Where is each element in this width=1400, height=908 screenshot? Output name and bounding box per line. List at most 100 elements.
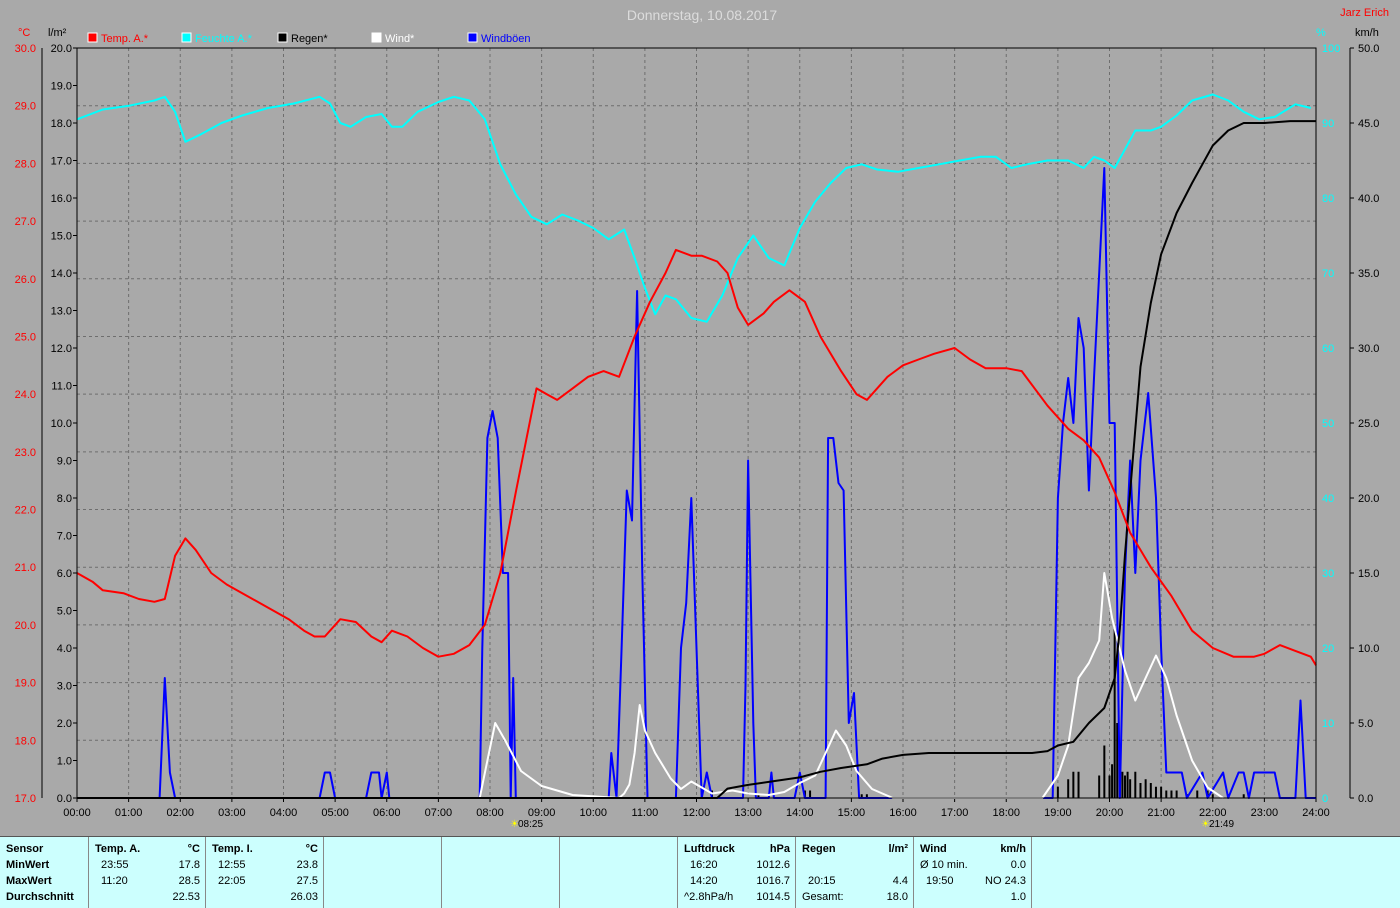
y-temp-tick-label: 17.0 bbox=[15, 793, 36, 805]
legend-swatch-gusts bbox=[467, 32, 478, 43]
wind-unit: km/h bbox=[1000, 843, 1026, 855]
pressure-avg: 1014.5 bbox=[756, 891, 790, 903]
y-temp-tick-label: 25.0 bbox=[15, 331, 36, 343]
y-rain-tick-label: 8.0 bbox=[57, 493, 72, 505]
rain-bar bbox=[1129, 779, 1132, 798]
stats-row-max: MaxWert bbox=[6, 875, 52, 887]
y-wind-tick-label: 25.0 bbox=[1358, 418, 1379, 430]
rain-bar bbox=[1111, 764, 1114, 798]
y-rain-tick-label: 5.0 bbox=[57, 606, 72, 618]
humidity-unit-label: % bbox=[1316, 27, 1326, 39]
y-temp-tick-label: 28.0 bbox=[15, 158, 36, 170]
x-tick-label: 21:00 bbox=[1147, 807, 1175, 819]
rain-bar bbox=[1067, 779, 1070, 798]
rain-bar bbox=[1098, 775, 1101, 798]
x-tick-label: 03:00 bbox=[218, 807, 246, 819]
y-temp-tick-label: 26.0 bbox=[15, 274, 36, 286]
rain-bar bbox=[1165, 790, 1168, 798]
y-humidity-tick-label: 0 bbox=[1322, 793, 1328, 805]
pressure-min-time: 16:20 bbox=[690, 859, 718, 871]
legend-swatch-rain bbox=[277, 32, 288, 43]
stats-panel: Sensor MinWert MaxWert Durchschnitt Temp… bbox=[0, 836, 1400, 908]
y-humidity-tick-label: 50 bbox=[1322, 418, 1334, 430]
stats-row-avg: Durchschnitt bbox=[6, 891, 74, 903]
y-rain-tick-label: 19.0 bbox=[51, 81, 72, 93]
y-rain-tick-label: 12.0 bbox=[51, 343, 72, 355]
x-tick-label: 00:00 bbox=[63, 807, 91, 819]
rain-bar bbox=[809, 790, 812, 798]
temp-unit-label: °C bbox=[18, 27, 30, 39]
legend-item-rain: Regen* bbox=[277, 32, 328, 45]
rain-unit-label: l/m² bbox=[48, 27, 67, 39]
legend-label-humidity: Feuchte A.* bbox=[195, 33, 253, 45]
stats-col-empty-3 bbox=[559, 837, 678, 908]
x-tick-label: 02:00 bbox=[166, 807, 194, 819]
rain-bar bbox=[1149, 783, 1152, 798]
rain-bar bbox=[1134, 771, 1137, 798]
x-tick-label: 09:00 bbox=[528, 807, 556, 819]
y-rain-tick-label: 18.0 bbox=[51, 118, 72, 130]
temp-a-avg: 22.53 bbox=[172, 891, 200, 903]
legend-swatch-wind bbox=[371, 32, 382, 43]
legend-swatch-humidity bbox=[181, 32, 192, 43]
temp-i-max-time: 22:05 bbox=[218, 875, 246, 887]
y-rain-tick-label: 10.0 bbox=[51, 418, 72, 430]
y-humidity-tick-label: 20 bbox=[1322, 643, 1334, 655]
wind-min-val: 0.0 bbox=[1010, 859, 1026, 871]
stats-col-temp-a: Temp. A. °C 23:55 17.8 11:20 28.5 22.53 bbox=[88, 837, 206, 908]
y-humidity-tick-label: 30 bbox=[1322, 568, 1334, 580]
wind-unit-label: km/h bbox=[1355, 27, 1379, 39]
rain-bar bbox=[1144, 779, 1147, 798]
x-tick-label: 11:00 bbox=[632, 807, 659, 819]
y-wind-tick-label: 0.0 bbox=[1358, 793, 1373, 805]
author-label: Jarz Erich bbox=[1340, 7, 1389, 19]
y-temp-tick-label: 21.0 bbox=[15, 562, 36, 574]
y-humidity-tick-label: 100 bbox=[1322, 43, 1340, 55]
rain-header: Regen bbox=[802, 843, 836, 855]
y-wind-tick-label: 40.0 bbox=[1358, 193, 1379, 205]
pressure-unit: hPa bbox=[769, 843, 790, 855]
stats-col-empty-2 bbox=[441, 837, 560, 908]
series-line-humidity bbox=[76, 93, 1312, 323]
legend-item-temp: Temp. A.* bbox=[87, 32, 149, 45]
sunrise-label: 08:25 bbox=[518, 819, 543, 830]
rain-bar bbox=[1160, 786, 1163, 798]
legend-item-humidity: Feuchte A.* bbox=[181, 32, 253, 45]
y-rain-tick-label: 20.0 bbox=[51, 43, 72, 55]
x-tick-label: 08:00 bbox=[476, 807, 504, 819]
temp-i-header: Temp. I. bbox=[212, 843, 253, 855]
y-humidity-tick-label: 90 bbox=[1322, 118, 1334, 130]
rain-total: 18.0 bbox=[886, 891, 908, 903]
rain-bar bbox=[1077, 771, 1080, 798]
rain-bar bbox=[1175, 790, 1178, 798]
x-tick-label: 17:00 bbox=[941, 807, 969, 819]
rain-bar bbox=[1139, 783, 1142, 798]
temp-i-min-time: 12:55 bbox=[218, 859, 246, 871]
y-temp-tick-label: 18.0 bbox=[15, 735, 36, 747]
y-wind-tick-label: 5.0 bbox=[1358, 718, 1373, 730]
legend-label-rain: Regen* bbox=[291, 33, 328, 45]
stats-col-empty-4 bbox=[1031, 837, 1400, 908]
x-tick-label: 15:00 bbox=[838, 807, 866, 819]
rain-bar bbox=[1121, 771, 1124, 798]
legend-item-gusts: Windböen bbox=[467, 32, 531, 45]
temp-a-max-time: 11:20 bbox=[101, 875, 128, 887]
stats-row-min: MinWert bbox=[6, 859, 50, 871]
x-tick-label: 04:00 bbox=[270, 807, 298, 819]
rain-unit: l/m² bbox=[888, 843, 908, 855]
pressure-max-time: 14:20 bbox=[690, 875, 718, 887]
wind-avg: 1.0 bbox=[1010, 891, 1026, 903]
x-tick-label: 10:00 bbox=[579, 807, 607, 819]
pressure-header: Luftdruck bbox=[684, 843, 735, 855]
y-humidity-tick-label: 10 bbox=[1322, 718, 1334, 730]
stats-sensor-header: Sensor bbox=[6, 843, 44, 855]
y-humidity-tick-label: 60 bbox=[1322, 343, 1334, 355]
y-rain-tick-label: 1.0 bbox=[57, 756, 72, 768]
x-tick-label: 16:00 bbox=[889, 807, 917, 819]
rain-bar bbox=[1154, 786, 1157, 798]
rain-bar bbox=[1103, 745, 1106, 798]
weather-chart: Donnerstag, 10.08.2017 Jarz Erich °C l/m… bbox=[15, 7, 1389, 830]
legend-label-gusts: Windböen bbox=[481, 33, 531, 45]
rain-bar bbox=[1123, 775, 1126, 798]
sunset-label: 21:49 bbox=[1209, 819, 1234, 830]
